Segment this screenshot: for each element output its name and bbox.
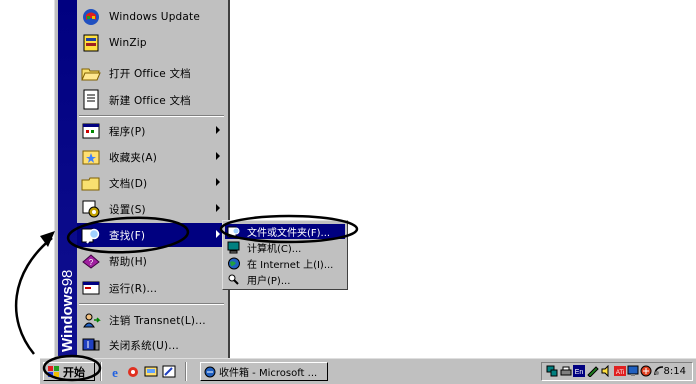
monitor-icon[interactable]	[627, 365, 639, 377]
submenu-arrow-icon	[216, 178, 220, 186]
windows98-banner: Windows98	[58, 0, 77, 356]
submenu-item-internet[interactable]: 在 Internet 上(I)...	[225, 256, 345, 271]
submenu-item-computer[interactable]: 计算机(C)...	[225, 240, 345, 255]
taskbar-divider	[185, 362, 187, 381]
annotation-arrow	[14, 237, 53, 355]
clock: 8:14	[663, 366, 686, 377]
start-label: 开始	[63, 365, 85, 379]
favorites-icon	[80, 147, 102, 167]
annotation-arrowhead	[40, 231, 55, 247]
show-desktop-icon[interactable]	[144, 365, 158, 378]
find-submenu: 文件或文件夹(F)... 计算机(C)... 在 Internet 上(I)..…	[222, 220, 348, 290]
submenu-item-people[interactable]: 用户(P)...	[225, 272, 345, 287]
menu-item-label: 帮助(H)	[109, 255, 148, 268]
menu-item-settings[interactable]: 设置(S)	[77, 197, 226, 221]
computer-icon	[227, 241, 241, 254]
open-folder-icon	[80, 63, 102, 83]
input-method-icon[interactable]: En	[573, 365, 585, 377]
menu-item-label: 设置(S)	[109, 203, 146, 216]
svg-text:?: ?	[89, 258, 94, 267]
antivirus-icon[interactable]	[640, 365, 652, 377]
menu-item-open-office-doc[interactable]: 打开 Office 文档	[77, 61, 226, 85]
menu-item-run[interactable]: 运行(R)...	[77, 276, 226, 300]
menu-item-windows-update[interactable]: Windows Update	[77, 5, 226, 29]
people-icon	[227, 273, 241, 286]
winzip-icon	[80, 33, 102, 53]
submenu-item-label: 计算机(C)...	[247, 244, 302, 255]
task-button-inbox[interactable]: 收件箱 - Microsoft ...	[200, 362, 328, 381]
menu-item-shutdown[interactable]: 关闭系统(U)...	[77, 333, 226, 357]
shutdown-icon	[80, 335, 102, 355]
menu-item-winzip[interactable]: WinZip	[77, 31, 226, 55]
menu-item-label: 收藏夹(A)	[109, 151, 158, 164]
find-icon	[80, 225, 102, 245]
menu-item-new-office-doc[interactable]: 新建 Office 文档	[77, 88, 226, 112]
file-search-icon	[227, 225, 241, 238]
scanner-icon[interactable]	[560, 365, 572, 377]
menu-item-find[interactable]: 查找(F)	[77, 223, 226, 247]
menu-separator	[79, 303, 224, 305]
outlook-express-icon[interactable]	[126, 365, 140, 378]
menu-item-label: Windows Update	[109, 11, 201, 23]
volume-icon[interactable]	[600, 364, 612, 378]
svg-text:ATi: ATi	[616, 370, 624, 376]
taskbar-divider	[100, 362, 102, 381]
svg-text:En: En	[575, 369, 584, 376]
windows-logo-icon	[47, 365, 61, 378]
settings-icon	[80, 199, 102, 219]
submenu-arrow-icon	[216, 204, 220, 212]
run-icon	[80, 278, 102, 298]
menu-item-label: WinZip	[109, 37, 147, 49]
submenu-item-files-folders[interactable]: 文件或文件夹(F)...	[225, 224, 345, 239]
help-icon: ?	[80, 251, 102, 271]
programs-icon	[80, 121, 102, 141]
submenu-arrow-icon	[216, 230, 220, 238]
windows98-brand: Windows98	[59, 269, 76, 352]
internet-icon	[227, 257, 241, 270]
menu-item-help[interactable]: ? 帮助(H)	[77, 249, 226, 273]
start-button[interactable]: 开始	[43, 362, 95, 381]
ati-icon[interactable]: ATi	[614, 365, 626, 377]
menu-item-label: 关闭系统(U)...	[109, 339, 179, 352]
submenu-item-label: 在 Internet 上(I)...	[247, 260, 334, 271]
submenu-arrow-icon	[216, 152, 220, 160]
inbox-icon	[204, 366, 216, 378]
menu-item-documents[interactable]: 文档(D)	[77, 171, 226, 195]
windows-update-icon	[80, 7, 102, 27]
logoff-icon	[80, 310, 102, 330]
menu-item-favorites[interactable]: 收藏夹(A)	[77, 145, 226, 169]
new-document-icon	[80, 89, 102, 110]
network-icon[interactable]	[546, 365, 558, 377]
menu-item-label: 打开 Office 文档	[109, 67, 191, 80]
pen-icon[interactable]	[587, 365, 599, 378]
submenu-arrow-icon	[216, 126, 220, 134]
menu-item-label: 注销 Transnet(L)...	[109, 314, 206, 327]
menu-item-programs[interactable]: 程序(P)	[77, 119, 226, 143]
menu-item-label: 程序(P)	[109, 125, 146, 138]
menu-item-label: 新建 Office 文档	[109, 94, 191, 107]
submenu-item-label: 用户(P)...	[247, 276, 291, 287]
internet-explorer-icon[interactable]: e	[108, 365, 122, 380]
menu-item-logoff[interactable]: 注销 Transnet(L)...	[77, 308, 226, 332]
channels-icon[interactable]	[162, 365, 176, 378]
menu-item-label: 查找(F)	[109, 229, 146, 242]
submenu-item-label: 文件或文件夹(F)...	[247, 228, 331, 239]
menu-item-label: 文档(D)	[109, 177, 148, 190]
start-menu: Windows98 Windows Update WinZip 打开 Offic…	[54, 0, 230, 358]
documents-icon	[80, 173, 102, 193]
svg-text:e: e	[112, 365, 118, 378]
task-button-label: 收件箱 - Microsoft ...	[219, 368, 318, 379]
taskbar: 开始 e 收件箱 - Microsoft ... En ATi 8:14	[40, 358, 696, 384]
system-tray: En ATi 8:14	[541, 362, 693, 381]
menu-item-label: 运行(R)...	[109, 282, 158, 295]
menu-separator	[79, 115, 224, 117]
